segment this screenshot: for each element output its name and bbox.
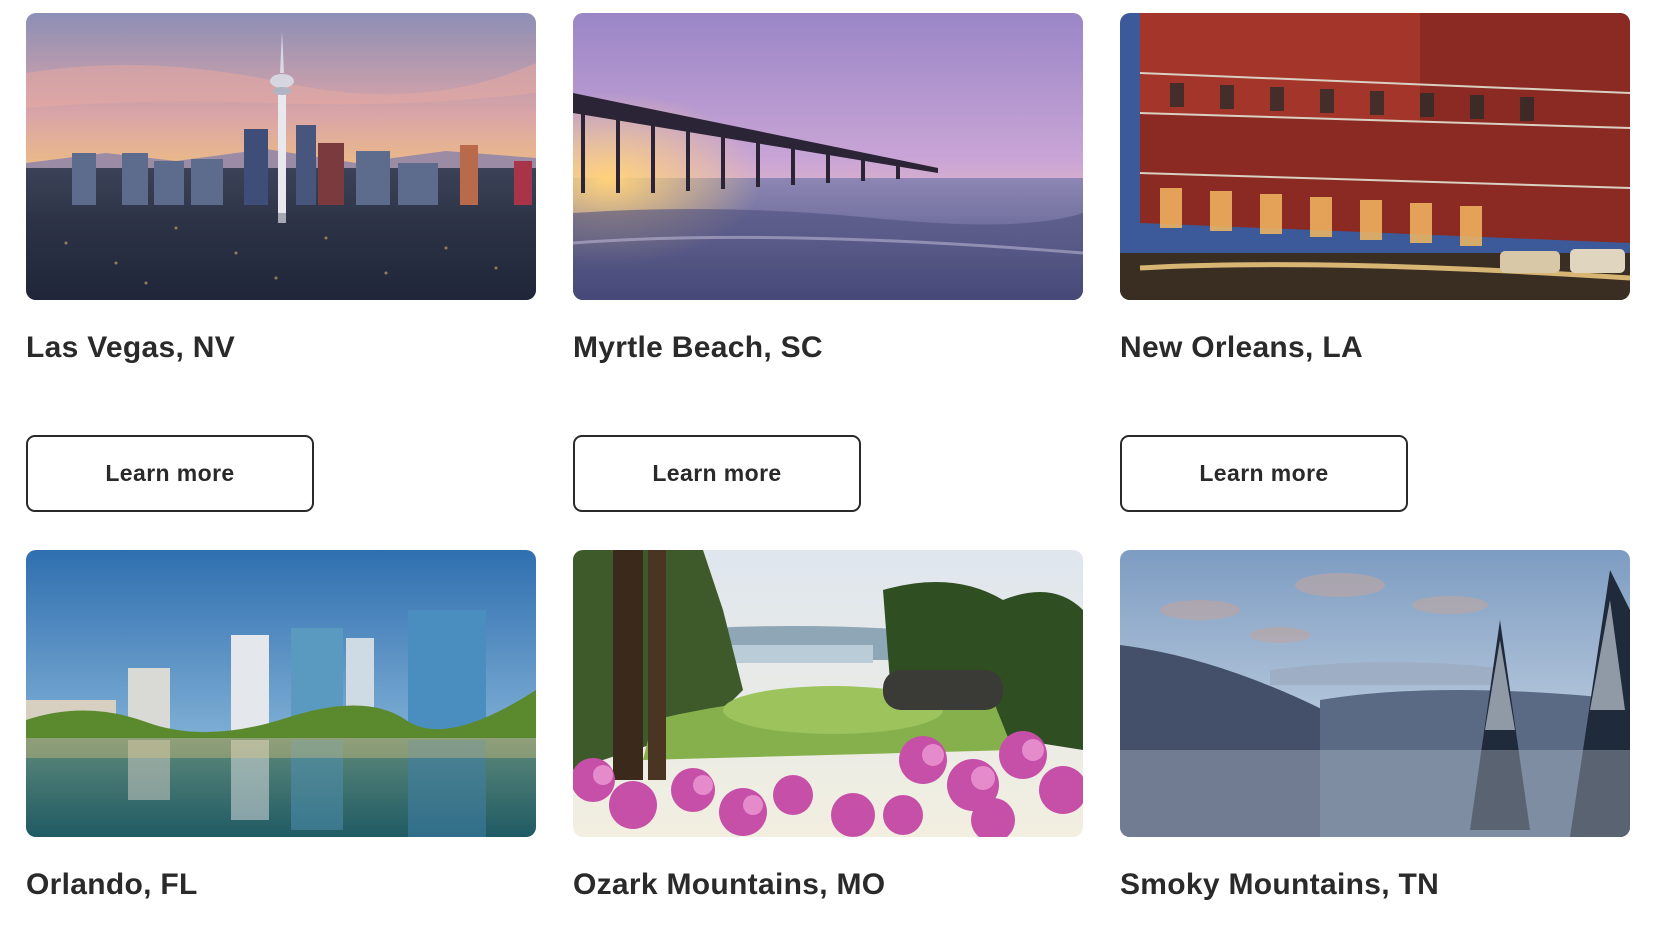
destination-card-orlando: Orlando, FL xyxy=(26,550,536,940)
destination-card-myrtle-beach: Myrtle Beach, SC Learn more xyxy=(573,13,1083,550)
destination-card-new-orleans: New Orleans, LA Learn more xyxy=(1120,13,1630,550)
destination-title: Orlando, FL xyxy=(26,868,198,901)
learn-more-button[interactable]: Learn more xyxy=(573,435,861,512)
destination-photo-ozark-mountains[interactable] xyxy=(573,550,1083,837)
destination-card-smoky-mountains: Smoky Mountains, TN xyxy=(1120,550,1630,940)
destination-card-ozark-mountains: Ozark Mountains, MO xyxy=(573,550,1083,940)
destination-photo-las-vegas[interactable] xyxy=(26,13,536,300)
destination-photo-orlando[interactable] xyxy=(26,550,536,837)
destination-photo-smoky-mountains[interactable] xyxy=(1120,550,1630,837)
destination-card-las-vegas: Las Vegas, NV Learn more xyxy=(26,13,536,550)
destination-title: Myrtle Beach, SC xyxy=(573,331,823,364)
destination-photo-myrtle-beach[interactable] xyxy=(573,13,1083,300)
learn-more-button[interactable]: Learn more xyxy=(1120,435,1408,512)
destination-title: Las Vegas, NV xyxy=(26,331,236,364)
destination-photo-new-orleans[interactable] xyxy=(1120,13,1630,300)
learn-more-button[interactable]: Learn more xyxy=(26,435,314,512)
destination-title: Smoky Mountains, TN xyxy=(1120,868,1440,901)
destinations-grid: Las Vegas, NV Learn more Myrtle Beach, S… xyxy=(26,13,1630,940)
destination-title: Ozark Mountains, MO xyxy=(573,868,886,901)
destination-title: New Orleans, LA xyxy=(1120,331,1363,364)
